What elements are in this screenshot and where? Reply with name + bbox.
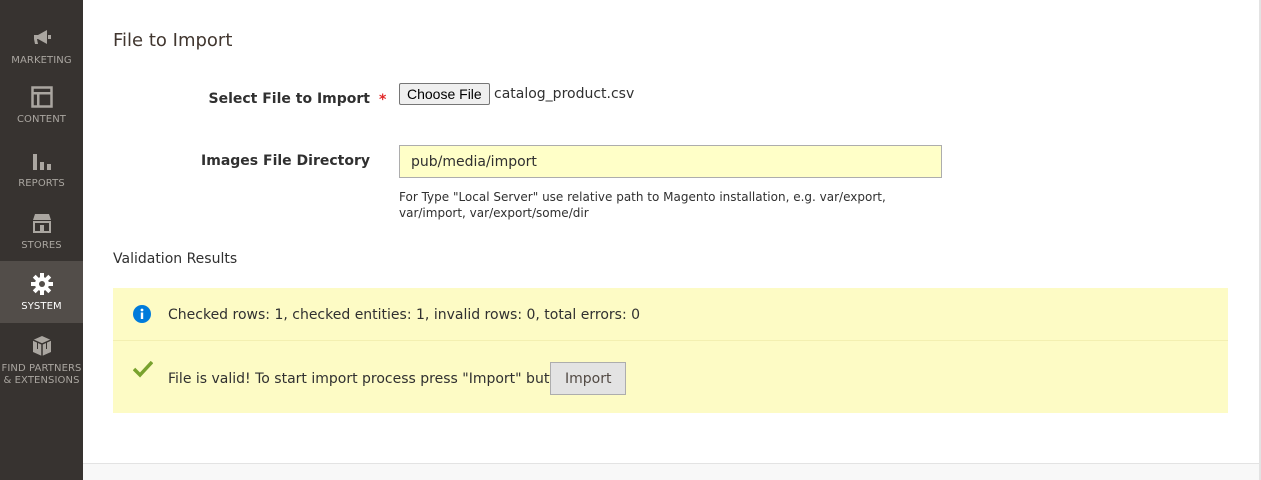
- admin-sidebar: MARKETING CONTENT REPORTS STORES SYSTEM …: [0, 0, 83, 480]
- required-indicator: *: [379, 92, 387, 108]
- layout-icon: [30, 86, 53, 108]
- selected-file-name: catalog_product.csv: [494, 86, 635, 102]
- select-file-label: Select File to Import: [208, 91, 371, 107]
- main-panel: File to Import Select File to Import * C…: [83, 0, 1259, 463]
- success-message-text: File is valid! To start import process p…: [168, 371, 573, 387]
- images-dir-input[interactable]: [399, 145, 942, 178]
- validation-messages: Checked rows: 1, checked entities: 1, in…: [113, 288, 1228, 413]
- megaphone-icon: [33, 30, 51, 44]
- storefront-icon: [32, 214, 51, 233]
- sidebar-item-label: CONTENT: [16, 114, 67, 125]
- info-message: Checked rows: 1, checked entities: 1, in…: [113, 288, 1228, 341]
- gear-icon: [30, 273, 53, 295]
- cubes-icon: [32, 336, 51, 356]
- success-message: File is valid! To start import process p…: [113, 342, 1228, 413]
- info-message-text: Checked rows: 1, checked entities: 1, in…: [168, 307, 641, 323]
- sidebar-item-label: REPORTS: [18, 178, 65, 189]
- sidebar-item-marketing[interactable]: MARKETING: [0, 0, 83, 72]
- checkmark-icon: [133, 360, 153, 378]
- sidebar-item-label-line1: FIND PARTNERS: [1, 363, 82, 374]
- section-title: File to Import: [113, 30, 233, 51]
- info-icon: [133, 305, 151, 323]
- images-dir-hint: For Type "Local Server" use relative pat…: [399, 190, 886, 220]
- sidebar-item-label: MARKETING: [11, 55, 72, 66]
- import-button[interactable]: Import: [550, 362, 627, 395]
- choose-file-button[interactable]: Choose File: [399, 83, 490, 105]
- sidebar-item-system[interactable]: SYSTEM: [0, 261, 83, 323]
- images-dir-label: Images File Directory: [201, 153, 370, 169]
- sidebar-item-label: STORES: [21, 240, 62, 251]
- panel-bottom-border: [83, 463, 1261, 464]
- sidebar-item-reports[interactable]: REPORTS: [0, 134, 83, 196]
- sidebar-item-content[interactable]: CONTENT: [0, 72, 83, 134]
- sidebar-item-label-line2: & EXTENSIONS: [3, 375, 80, 386]
- bar-chart-icon: [32, 154, 51, 170]
- validation-results-title: Validation Results: [113, 251, 238, 267]
- sidebar-item-stores[interactable]: STORES: [0, 196, 83, 258]
- sidebar-item-label: SYSTEM: [21, 301, 62, 312]
- sidebar-item-find-partners[interactable]: FIND PARTNERS & EXTENSIONS: [0, 323, 83, 393]
